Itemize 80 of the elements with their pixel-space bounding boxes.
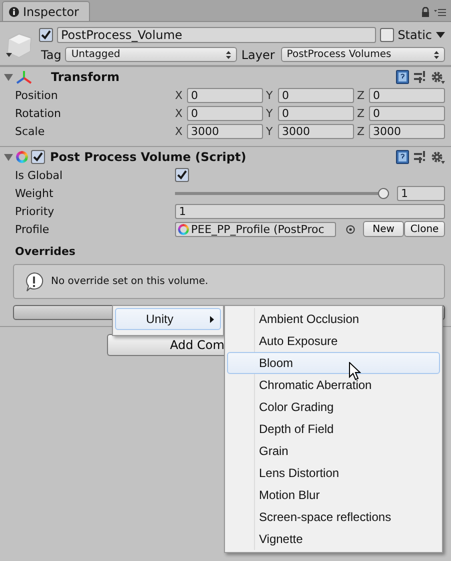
number-field[interactable]: 0	[369, 106, 445, 120]
number-field[interactable]: 1	[397, 186, 445, 200]
cursor-icon	[349, 362, 361, 381]
menu-item[interactable]: Motion Blur	[227, 484, 440, 506]
layer-dropdown[interactable]: PostProcess Volumes	[280, 47, 445, 62]
menu-item[interactable]: Color Grading	[227, 396, 440, 418]
component-title: Post Process Volume (Script)	[50, 150, 246, 164]
layer-label: Layer	[241, 48, 275, 62]
number-field[interactable]: 0	[187, 88, 263, 102]
section-title: Overrides	[15, 245, 76, 258]
property-label: Priority	[15, 204, 56, 218]
axis-label: Y	[266, 124, 274, 138]
axis-label: Y	[266, 106, 274, 120]
property-label: Profile	[15, 222, 50, 236]
number-field[interactable]: 0	[369, 88, 445, 102]
help-book-icon[interactable]	[396, 150, 409, 164]
property-label: Is Global	[15, 168, 64, 182]
tag-dropdown[interactable]: Untagged	[65, 47, 238, 62]
axis-label: X	[175, 106, 184, 120]
axis-label: Z	[357, 124, 366, 138]
axis-label: X	[175, 124, 184, 138]
axis-label: X	[175, 88, 184, 102]
static-label: Static	[398, 28, 432, 42]
number-field[interactable]: 0	[187, 106, 263, 120]
number-field[interactable]: 3000	[278, 124, 354, 138]
caret-icon[interactable]	[436, 32, 445, 38]
menu-item[interactable]: Bloom	[227, 352, 440, 374]
component-title: Transform	[51, 70, 120, 84]
property-label: Rotation	[15, 106, 62, 120]
lock-icon[interactable]	[421, 7, 430, 17]
foldout-arrow-icon[interactable]	[4, 72, 13, 82]
profile-button[interactable]: New	[363, 221, 404, 237]
menu-item[interactable]: Unity	[115, 308, 221, 330]
menu-item[interactable]: Depth of Field	[227, 418, 440, 440]
axis-label: Z	[357, 88, 366, 102]
menu-item[interactable]: Grain	[227, 440, 440, 462]
axis-label: Z	[357, 106, 366, 120]
color-wheel-icon	[16, 151, 28, 163]
slider-thumb[interactable]	[378, 188, 389, 198]
profile-button[interactable]: Clone	[404, 221, 445, 237]
menu-item[interactable]: Chromatic Aberration	[227, 374, 440, 396]
foldout-arrow-icon[interactable]	[4, 152, 13, 162]
axis-label: Y	[266, 88, 274, 102]
updown-icon	[434, 50, 439, 58]
exclamation-bubble-icon	[24, 272, 44, 292]
info-icon	[9, 6, 19, 16]
static-checkbox[interactable]	[380, 28, 394, 42]
enabled-checkbox[interactable]	[31, 150, 45, 164]
inspector-tab[interactable]: Inspector	[2, 1, 90, 21]
add-component-button[interactable]: Add Com	[107, 334, 225, 356]
axes-icon	[16, 70, 32, 84]
presets-icon[interactable]	[414, 71, 426, 83]
menu-icon[interactable]	[434, 8, 446, 16]
menu-item[interactable]: Screen-space reflections	[227, 506, 440, 528]
number-field[interactable]: 3000	[187, 124, 263, 138]
name-field[interactable]: PostProcess_Volume	[57, 26, 376, 42]
presets-icon[interactable]	[414, 151, 426, 163]
help-text: No override set on this volume.	[51, 276, 208, 287]
menu-item[interactable]: Lens Distortion	[227, 462, 440, 484]
property-label: Weight	[15, 186, 54, 200]
tag-label: Tag	[41, 48, 62, 62]
help-book-icon[interactable]	[396, 70, 409, 84]
updown-icon	[226, 50, 232, 58]
number-field[interactable]: 0	[278, 88, 354, 102]
color-wheel-icon	[178, 224, 189, 234]
menu-item[interactable]: Vignette	[227, 528, 440, 550]
number-field[interactable]: 3000	[369, 124, 445, 138]
submenu-arrow-icon	[210, 316, 214, 322]
gear-icon[interactable]	[431, 70, 445, 84]
property-label: Scale	[15, 124, 46, 138]
number-field[interactable]: 0	[278, 106, 354, 120]
property-label: Position	[15, 88, 59, 102]
target-icon[interactable]	[346, 224, 355, 234]
object-field[interactable]: PEE_PP_Profile (PostProc	[175, 222, 336, 236]
is-global-checkbox[interactable]	[175, 168, 189, 182]
active-checkbox[interactable]	[39, 28, 53, 42]
number-field[interactable]: 1	[175, 204, 445, 218]
gear-icon[interactable]	[431, 150, 445, 164]
menu-item[interactable]: Auto Exposure	[227, 330, 440, 352]
menu-item[interactable]: Ambient Occlusion	[227, 308, 440, 330]
